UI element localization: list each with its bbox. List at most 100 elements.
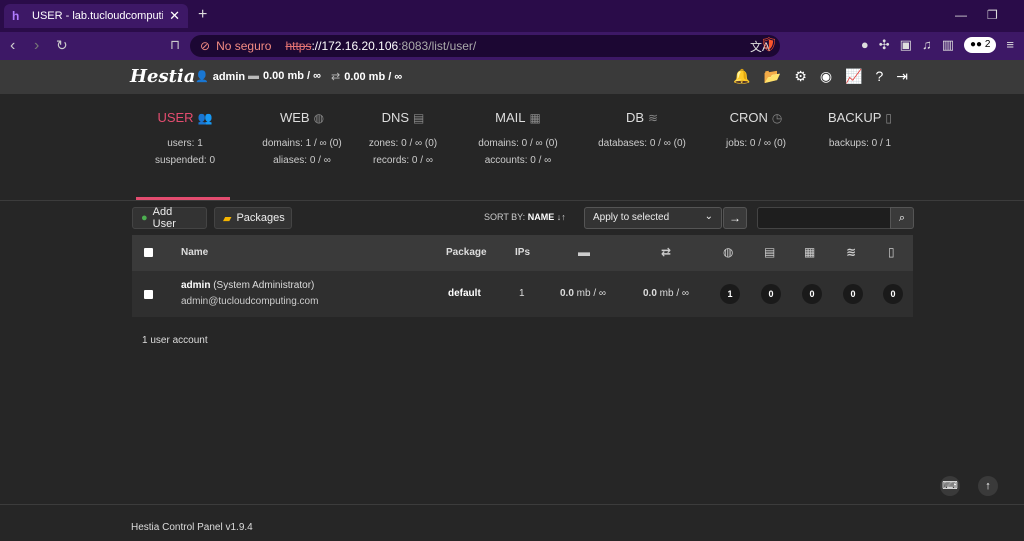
tab-user[interactable]: USER 👥 users: 1 suspended: 0	[130, 110, 240, 169]
tab-label: MAIL	[495, 110, 526, 125]
arrow-right-icon: →	[729, 211, 741, 225]
header-ips[interactable]: IPs	[515, 247, 530, 258]
header-user[interactable]: 👤 admin	[195, 70, 245, 83]
header-package[interactable]: Package	[446, 247, 487, 258]
book-icon: ▤	[413, 111, 425, 125]
packages-button[interactable]: ▰ Packages	[214, 207, 292, 229]
search-icon: ⌕	[898, 212, 906, 224]
sort-icon: ↓↑	[556, 212, 566, 222]
transfer-icon: ⇄	[661, 245, 672, 259]
bulk-action-select[interactable]: Apply to selected ⌄	[584, 207, 722, 229]
table-header: Name Package IPs ▬ ⇄ ◍ ▤ ▦ ≋ ▯	[132, 235, 913, 271]
select-all-checkbox[interactable]	[144, 248, 153, 257]
hdd-icon: ▬	[578, 245, 590, 259]
sidebar-icon[interactable]: ▥	[942, 37, 954, 53]
apply-button[interactable]: →	[723, 207, 747, 229]
stat-line: records: 0 / ∞	[373, 155, 433, 166]
tab-mail[interactable]: MAIL ▦ domains: 0 / ∞ (0) accounts: 0 / ∞	[463, 110, 573, 169]
user-package[interactable]: default	[448, 288, 481, 299]
forward-icon[interactable]: ›	[34, 37, 39, 55]
tab-close-icon[interactable]: ✕	[169, 8, 180, 24]
music-icon[interactable]: ♫	[922, 37, 932, 53]
bandwidth-unit: mb / ∞	[656, 288, 690, 299]
header-name[interactable]: Name	[181, 247, 208, 258]
puzzle-icon[interactable]: ✣	[879, 37, 890, 53]
logout-icon[interactable]: ⇥	[896, 68, 908, 85]
bandwidth-value: 0.0	[643, 288, 657, 299]
header-disk-value: 0.00 mb / ∞	[263, 70, 321, 82]
user-name[interactable]: admin (System Administrator)	[181, 280, 314, 291]
extension-icon[interactable]: ●	[861, 37, 869, 53]
clock-icon: ◷	[771, 111, 783, 125]
tab-label: USER	[157, 110, 194, 125]
back-icon[interactable]: ‹	[10, 37, 15, 55]
stat-line: zones: 0 / ∞ (0)	[368, 138, 438, 149]
hdd-icon: ▬	[248, 70, 259, 82]
minimize-icon[interactable]: —	[955, 8, 967, 22]
gear-icon[interactable]: ⚙	[794, 68, 807, 85]
profile-badge[interactable]: ●● 2	[963, 37, 997, 53]
disk-unit: mb / ∞	[573, 288, 607, 299]
stat-line: suspended: 0	[154, 155, 216, 166]
file-archive-icon: ▯	[885, 111, 893, 125]
hestia-favicon-icon: h	[12, 9, 20, 23]
tab-label: WEB	[279, 110, 310, 125]
search-button[interactable]: ⌕	[890, 207, 914, 229]
table-row[interactable]: admin (System Administrator) admin@tuclo…	[132, 271, 913, 317]
folder-icon[interactable]: 📂	[764, 68, 781, 85]
user-fullname: (System Administrator)	[210, 280, 315, 291]
users-icon: 👥	[197, 111, 213, 125]
brave-shield-icon[interactable]: 🛡	[760, 36, 778, 53]
search-input[interactable]	[757, 207, 891, 229]
row-checkbox[interactable]	[144, 290, 153, 299]
tab-db[interactable]: DB ≋ databases: 0 / ∞ (0)	[587, 110, 697, 152]
keyboard-icon: ⌨	[942, 480, 958, 492]
backup-count-badge: 0	[883, 284, 903, 304]
maximize-icon[interactable]: ❐	[987, 8, 998, 22]
sort-by-value: NAME	[527, 212, 555, 222]
menu-icon[interactable]: ≡	[1006, 37, 1014, 53]
user-bandwidth: 0.0 mb / ∞	[643, 288, 689, 299]
username: admin	[181, 280, 211, 291]
tab-web[interactable]: WEB ◍ domains: 1 / ∞ (0) aliases: 0 / ∞	[247, 110, 357, 169]
add-user-button[interactable]: ● Add User	[132, 206, 207, 230]
footer-version: Hestia Control Panel v1.9.4	[131, 522, 253, 533]
browser-toolbar: ‹ › ↻ ⊓ ⊘ No seguro https ://172.16.20.1…	[0, 32, 1024, 60]
list-toolbar: ● Add User ▰ Packages SORT BY: NAME ↓↑ App…	[0, 206, 1024, 231]
stat-line: domains: 0 / ∞ (0)	[478, 138, 558, 149]
stats-tabs: USER 👥 users: 1 suspended: 0 WEB ◍ domains…	[130, 110, 914, 202]
chevron-down-icon: ⌄	[704, 211, 713, 222]
chart-icon[interactable]: 📈	[845, 68, 862, 85]
plus-circle-icon: ●	[141, 212, 148, 224]
tab-backup[interactable]: BACKUP ▯ backups: 0 / 1	[805, 110, 915, 152]
header-actions: 🔔 📂 ⚙ ◉ 📈 ? ⇥	[733, 68, 908, 85]
help-icon[interactable]: ?	[875, 68, 883, 85]
user-email: admin@tucloudcomputing.com	[181, 296, 319, 307]
url-host: ://172.16.20.106	[311, 39, 399, 53]
reload-icon[interactable]: ↻	[56, 37, 68, 54]
file-archive-icon: ▯	[888, 245, 895, 259]
address-bar[interactable]: ⊘ No seguro https ://172.16.20.106 :8083…	[190, 35, 780, 57]
new-tab-icon[interactable]: +	[198, 6, 207, 24]
disk-value: 0.0	[560, 288, 574, 299]
account-icon[interactable]: ◉	[820, 68, 832, 85]
screenshot-icon[interactable]: ▣	[900, 37, 912, 53]
arrow-up-icon: ↑	[985, 480, 991, 492]
divider	[0, 200, 1024, 201]
hestia-logo[interactable]: Hestia	[130, 66, 195, 87]
stat-line: backups: 0 / 1	[828, 138, 892, 149]
tab-dns[interactable]: DNS ▤ zones: 0 / ∞ (0) records: 0 / ∞	[348, 110, 458, 169]
tab-cron[interactable]: CRON ◷ jobs: 0 / ∞ (0)	[701, 110, 811, 152]
bookmark-icon[interactable]: ⊓	[170, 37, 180, 53]
browser-titlebar: h USER - lab.tucloudcomputing.co ✕ + — ❐	[0, 0, 1024, 32]
scroll-top-button[interactable]: ↑	[978, 476, 998, 496]
sort-by-control[interactable]: SORT BY: NAME ↓↑	[484, 212, 566, 222]
browser-tab[interactable]: h USER - lab.tucloudcomputing.co ✕	[4, 4, 188, 28]
tab-label: DNS	[381, 110, 410, 125]
keyboard-shortcuts-button[interactable]: ⌨	[940, 476, 960, 496]
warning-icon: ⊘	[200, 39, 211, 53]
stat-line: aliases: 0 / ∞	[273, 155, 331, 166]
user-count-summary: 1 user account	[142, 335, 208, 346]
bell-icon[interactable]: 🔔	[733, 68, 750, 85]
stat-line: users: 1	[167, 138, 203, 149]
